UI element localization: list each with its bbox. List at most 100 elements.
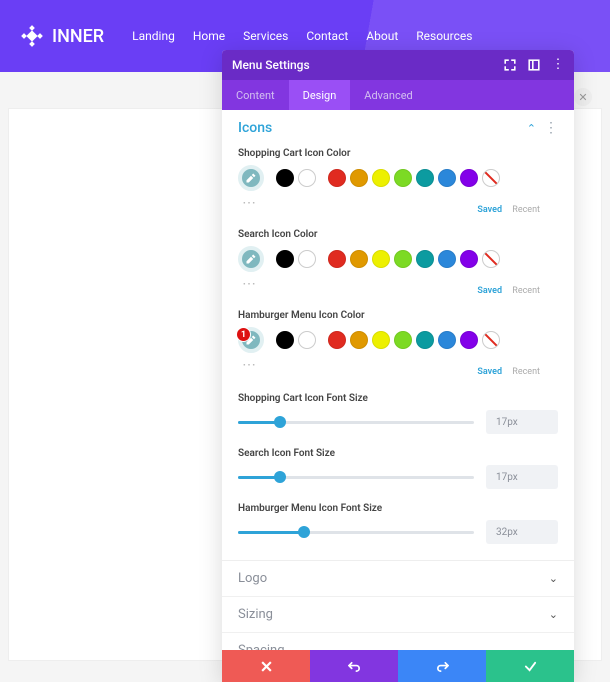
nav-item-services[interactable]: Services	[243, 29, 288, 43]
collapse-icon[interactable]: ⌃	[527, 122, 536, 135]
swatch-green[interactable]	[394, 169, 412, 187]
brand-logo[interactable]: INNER	[20, 24, 104, 48]
background-close-icon[interactable]: ✕	[574, 88, 592, 106]
tab-design[interactable]: Design	[289, 80, 351, 110]
slider-thumb[interactable]	[274, 471, 286, 483]
brand-logo-icon	[20, 24, 44, 48]
modal-title: Menu Settings	[232, 58, 310, 72]
chevron-down-icon: ⌄	[549, 608, 558, 621]
redo-button[interactable]	[398, 650, 486, 682]
nav-item-resources[interactable]: Resources	[416, 29, 472, 43]
swatch-green[interactable]	[394, 250, 412, 268]
color-field-hamburger: Hamburger Menu Icon Color 1 ⋯	[222, 304, 574, 385]
undo-button[interactable]	[310, 650, 398, 682]
swatch-green[interactable]	[394, 331, 412, 349]
swatch-orange[interactable]	[350, 169, 368, 187]
swatch-yellow[interactable]	[372, 169, 390, 187]
recent-tab[interactable]: Recent	[512, 286, 540, 296]
nav-item-landing[interactable]: Landing	[132, 29, 175, 43]
slider-value-input[interactable]: 17px	[486, 465, 558, 489]
swatch-none[interactable]	[482, 250, 500, 268]
cancel-button[interactable]	[222, 650, 310, 682]
slider-value-input[interactable]: 32px	[486, 520, 558, 544]
swatch-white[interactable]	[298, 331, 316, 349]
nav-items: Landing Home Services Contact About Reso…	[132, 29, 472, 43]
modal-footer	[222, 650, 574, 682]
slider-thumb[interactable]	[274, 416, 286, 428]
swatch-red[interactable]	[328, 169, 346, 187]
saved-tab[interactable]: Saved	[477, 205, 502, 215]
tab-content[interactable]: Content	[222, 80, 289, 110]
section-title: Icons	[238, 120, 527, 136]
swatch-purple[interactable]	[460, 250, 478, 268]
step-badge: 1	[236, 327, 251, 342]
recent-tab[interactable]: Recent	[512, 367, 540, 377]
swatch-purple[interactable]	[460, 169, 478, 187]
field-label: Search Icon Color	[238, 229, 558, 240]
swatch-teal[interactable]	[416, 169, 434, 187]
slider-thumb[interactable]	[298, 526, 310, 538]
modal-header[interactable]: Menu Settings ⋮	[222, 50, 574, 80]
swatch-row: 1 ⋯	[238, 327, 558, 353]
swatch-blue[interactable]	[438, 331, 456, 349]
swatch-none[interactable]	[482, 331, 500, 349]
field-label: Search Icon Font Size	[238, 448, 558, 459]
expand-icon[interactable]	[504, 59, 516, 71]
swatch-red[interactable]	[328, 331, 346, 349]
swatch-more-icon[interactable]: ⋯	[242, 195, 257, 211]
swatch-red[interactable]	[328, 250, 346, 268]
swatch-black[interactable]	[276, 169, 294, 187]
color-field-search: Search Icon Color ⋯ Saved Recent	[222, 223, 574, 304]
swatch-none[interactable]	[482, 169, 500, 187]
slider-track[interactable]	[238, 421, 474, 424]
chevron-down-icon: ⌄	[549, 644, 558, 650]
nav-item-contact[interactable]: Contact	[306, 29, 348, 43]
swatch-blue[interactable]	[438, 169, 456, 187]
brand-name: INNER	[52, 26, 104, 47]
swatch-more-icon[interactable]: ⋯	[242, 357, 257, 373]
accordion-label: Sizing	[238, 607, 549, 622]
nav-item-home[interactable]: Home	[193, 29, 225, 43]
confirm-button[interactable]	[486, 650, 574, 682]
recent-tab[interactable]: Recent	[512, 205, 540, 215]
panel-body[interactable]: Icons ⌃ ⋮ Shopping Cart Icon Color	[222, 110, 574, 650]
swatch-more-icon[interactable]: ⋯	[242, 276, 257, 292]
accordion-item-spacing[interactable]: Spacing ⌄	[222, 633, 574, 650]
accordion-item-logo[interactable]: Logo ⌄	[222, 561, 574, 597]
swatch-orange[interactable]	[350, 250, 368, 268]
close-icon	[260, 660, 273, 673]
slider-track[interactable]	[238, 531, 474, 534]
accordion-label: Spacing	[238, 643, 549, 650]
eyedropper-icon[interactable]	[238, 246, 264, 272]
nav-item-about[interactable]: About	[366, 29, 398, 43]
swatch-blue[interactable]	[438, 250, 456, 268]
tab-advanced[interactable]: Advanced	[350, 80, 426, 110]
slider-shopping-cart-size: Shopping Cart Icon Font Size 17px	[222, 385, 574, 440]
panel-icon[interactable]	[528, 59, 540, 71]
accordion-item-sizing[interactable]: Sizing ⌄	[222, 597, 574, 633]
section-header: Icons ⌃ ⋮	[222, 110, 574, 142]
kebab-icon[interactable]: ⋮	[552, 59, 564, 71]
swatch-black[interactable]	[276, 250, 294, 268]
swatch-white[interactable]	[298, 169, 316, 187]
swatch-black[interactable]	[276, 331, 294, 349]
saved-tab[interactable]: Saved	[477, 367, 502, 377]
swatch-teal[interactable]	[416, 331, 434, 349]
redo-icon	[436, 660, 449, 673]
field-label: Shopping Cart Icon Color	[238, 148, 558, 159]
color-field-shopping-cart: Shopping Cart Icon Color ⋯ Saved Recen	[222, 142, 574, 223]
slider-track[interactable]	[238, 476, 474, 479]
swatch-white[interactable]	[298, 250, 316, 268]
menu-settings-modal: Menu Settings ⋮ Content Design Advanced …	[222, 50, 574, 682]
swatch-teal[interactable]	[416, 250, 434, 268]
swatch-orange[interactable]	[350, 331, 368, 349]
swatch-purple[interactable]	[460, 331, 478, 349]
swatch-yellow[interactable]	[372, 250, 390, 268]
slider-value-input[interactable]: 17px	[486, 410, 558, 434]
eyedropper-icon[interactable]	[238, 165, 264, 191]
field-label: Hamburger Menu Icon Color	[238, 310, 558, 321]
eyedropper-icon[interactable]: 1	[238, 327, 264, 353]
saved-tab[interactable]: Saved	[477, 286, 502, 296]
swatch-yellow[interactable]	[372, 331, 390, 349]
section-kebab-icon[interactable]: ⋮	[544, 120, 558, 136]
